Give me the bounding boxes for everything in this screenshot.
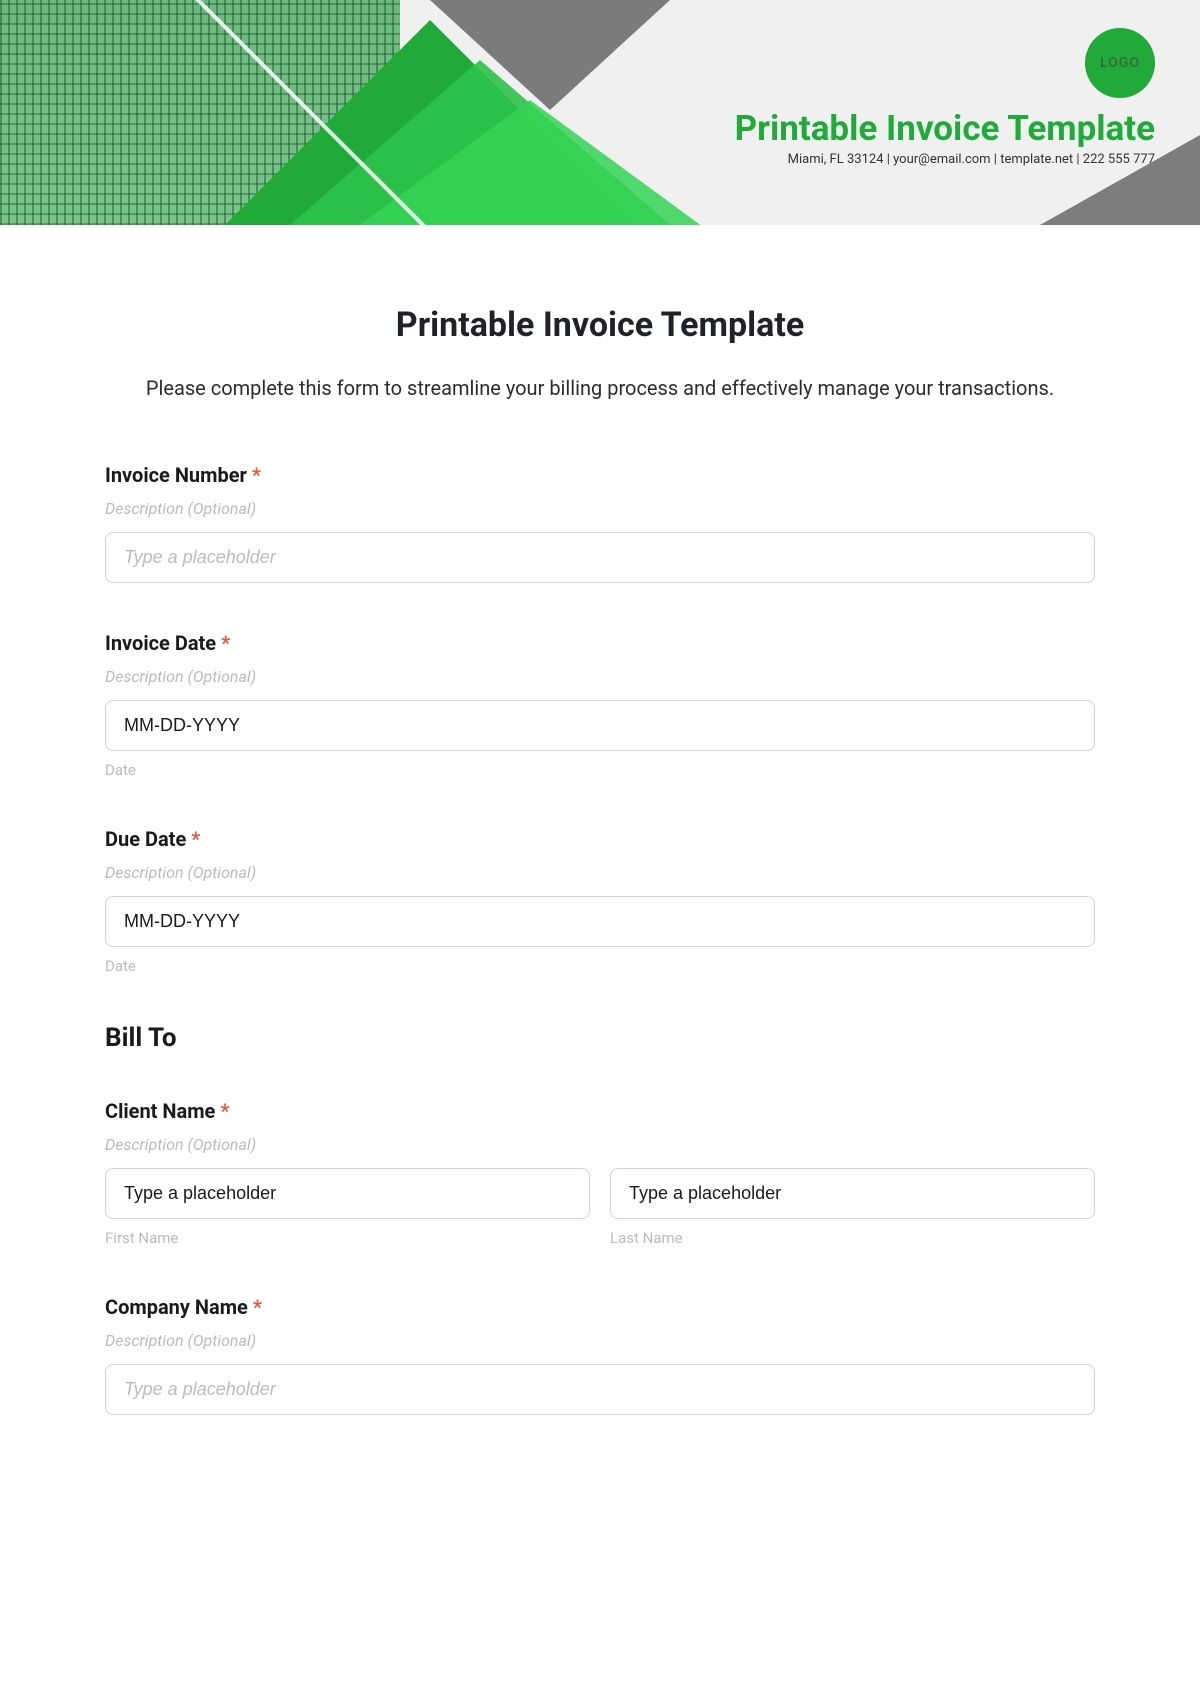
form-content: Printable Invoice Template Please comple… bbox=[0, 225, 1200, 1503]
company-name-input[interactable] bbox=[105, 1364, 1095, 1415]
required-asterisk: * bbox=[252, 463, 261, 487]
field-description: Description (Optional) bbox=[105, 1331, 1095, 1350]
banner-title: Printable Invoice Template bbox=[735, 108, 1155, 149]
field-sublabel: Last Name bbox=[610, 1229, 1095, 1247]
bill-to-heading: Bill To bbox=[105, 1023, 1095, 1053]
page-description: Please complete this form to streamline … bbox=[105, 373, 1095, 403]
page-title: Printable Invoice Template bbox=[105, 305, 1095, 345]
invoice-date-input[interactable] bbox=[105, 700, 1095, 751]
client-last-name-input[interactable] bbox=[610, 1168, 1095, 1219]
label-text: Due Date bbox=[105, 827, 186, 851]
field-sublabel: First Name bbox=[105, 1229, 590, 1247]
due-date-input[interactable] bbox=[105, 896, 1095, 947]
field-label: Due Date * bbox=[105, 827, 1095, 851]
banner-triangle-gray bbox=[430, 0, 670, 110]
banner-subtitle: Miami, FL 33124 | your@email.com | templ… bbox=[788, 152, 1155, 167]
field-label: Client Name * bbox=[105, 1099, 1095, 1123]
field-label: Invoice Number * bbox=[105, 463, 1095, 487]
field-description: Description (Optional) bbox=[105, 1135, 1095, 1154]
client-first-name-input[interactable] bbox=[105, 1168, 590, 1219]
field-label: Company Name * bbox=[105, 1295, 1095, 1319]
label-text: Invoice Date bbox=[105, 631, 216, 655]
label-text: Client Name bbox=[105, 1099, 215, 1123]
required-asterisk: * bbox=[220, 1099, 229, 1123]
required-asterisk: * bbox=[221, 631, 230, 655]
label-text: Invoice Number bbox=[105, 463, 247, 487]
label-text: Company Name bbox=[105, 1295, 248, 1319]
field-sublabel: Date bbox=[105, 957, 1095, 975]
field-description: Description (Optional) bbox=[105, 667, 1095, 686]
logo: LOGO bbox=[1085, 28, 1155, 98]
field-description: Description (Optional) bbox=[105, 499, 1095, 518]
invoice-number-input[interactable] bbox=[105, 532, 1095, 583]
header-banner: LOGO Printable Invoice Template Miami, F… bbox=[0, 0, 1200, 225]
company-name-field: Company Name * Description (Optional) bbox=[105, 1295, 1095, 1415]
required-asterisk: * bbox=[191, 827, 200, 851]
invoice-date-field: Invoice Date * Description (Optional) Da… bbox=[105, 631, 1095, 779]
invoice-number-field: Invoice Number * Description (Optional) bbox=[105, 463, 1095, 583]
logo-text: LOGO bbox=[1100, 55, 1140, 71]
due-date-field: Due Date * Description (Optional) Date bbox=[105, 827, 1095, 975]
field-sublabel: Date bbox=[105, 761, 1095, 779]
client-name-field: Client Name * Description (Optional) Fir… bbox=[105, 1099, 1095, 1247]
field-description: Description (Optional) bbox=[105, 863, 1095, 882]
required-asterisk: * bbox=[253, 1295, 262, 1319]
field-label: Invoice Date * bbox=[105, 631, 1095, 655]
